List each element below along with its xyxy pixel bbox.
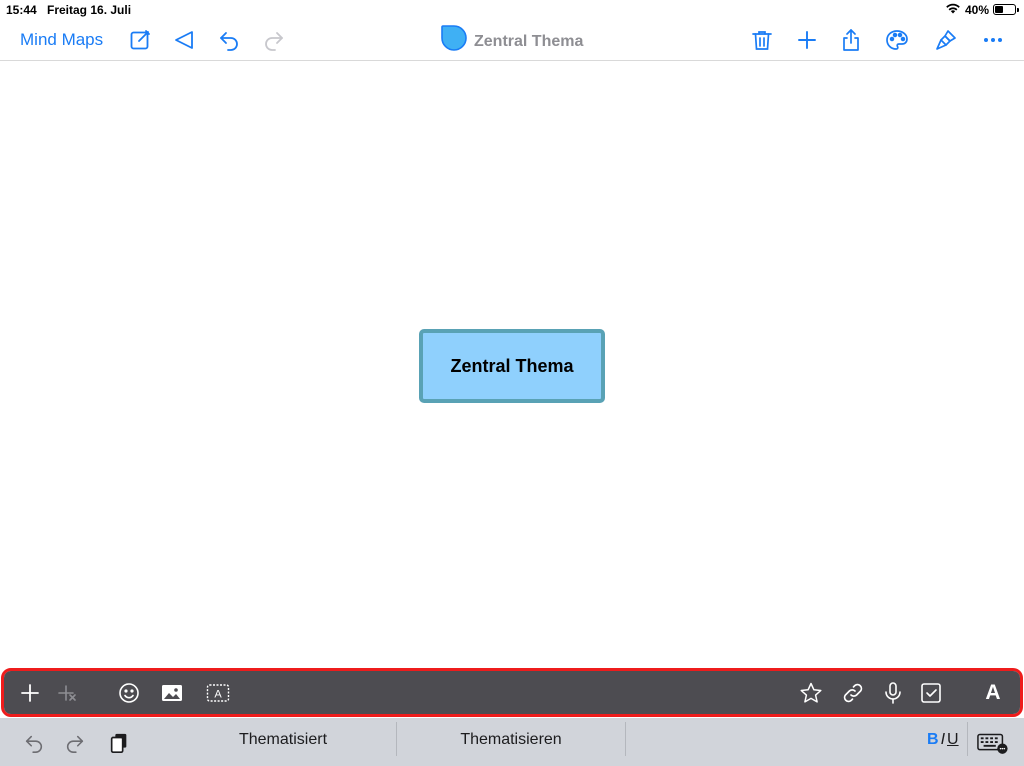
- italic-button[interactable]: I: [941, 731, 945, 749]
- image-icon[interactable]: [158, 679, 186, 707]
- brush-icon[interactable]: [933, 27, 959, 53]
- text-format-buttons: B I U: [927, 731, 959, 749]
- status-bar: 15:44 Freitag 16. Juli 40%: [0, 0, 1024, 20]
- compose-icon[interactable]: [127, 27, 153, 53]
- star-icon[interactable]: [797, 679, 825, 707]
- share-icon[interactable]: [838, 27, 864, 53]
- document-title-text: Zentral Thema: [474, 32, 584, 50]
- add-subtopic-icon[interactable]: [54, 679, 82, 707]
- trash-icon[interactable]: [749, 27, 775, 53]
- status-date: Freitag 16. Juli: [47, 3, 132, 17]
- link-icon[interactable]: [839, 679, 867, 707]
- document-title[interactable]: Zentral Thema: [440, 24, 583, 59]
- suggestion-2[interactable]: Thematisieren: [397, 731, 625, 749]
- keyboard-undo-icon[interactable]: [21, 730, 47, 756]
- paste-icon[interactable]: [106, 730, 132, 756]
- bold-button[interactable]: B: [927, 731, 939, 749]
- central-topic-node[interactable]: Zentral Thema: [419, 329, 605, 403]
- keyboard-dismiss-icon[interactable]: [976, 730, 1010, 756]
- add-topic-icon[interactable]: [16, 679, 44, 707]
- redo-icon[interactable]: [261, 27, 287, 53]
- suggestion-1[interactable]: Thematisiert: [170, 731, 396, 749]
- plus-icon[interactable]: [794, 27, 820, 53]
- more-icon[interactable]: [980, 27, 1006, 53]
- status-time: 15:44: [6, 3, 37, 17]
- battery-level: [995, 6, 1003, 13]
- mind-map-canvas[interactable]: Zentral Thema: [0, 61, 1024, 667]
- underline-button[interactable]: U: [947, 731, 959, 749]
- mindmap-logo-icon: [440, 24, 468, 59]
- battery-icon: [993, 4, 1019, 15]
- svg-text:A: A: [214, 689, 222, 701]
- palette-icon[interactable]: [884, 27, 910, 53]
- navigation-bar: Mind Maps Zentral Thema: [0, 20, 1024, 61]
- emoji-icon[interactable]: [115, 679, 143, 707]
- send-icon[interactable]: [171, 27, 197, 53]
- text-style-icon[interactable]: A: [979, 679, 1007, 707]
- battery-percent: 40%: [964, 2, 989, 17]
- keyboard-shortcut-bar: Thematisiert Thematisieren B I U: [0, 718, 1024, 766]
- mind-maps-back-button[interactable]: Mind Maps: [20, 30, 103, 50]
- accessory-toolbar: A A: [4, 671, 1020, 714]
- label-icon[interactable]: A: [204, 679, 232, 707]
- keyboard-redo-icon[interactable]: [62, 730, 88, 756]
- microphone-icon[interactable]: [879, 679, 907, 707]
- suggestion-divider: [625, 722, 626, 756]
- undo-icon[interactable]: [216, 27, 242, 53]
- format-divider: [967, 722, 968, 756]
- checkbox-icon[interactable]: [917, 679, 945, 707]
- wifi-icon: [945, 2, 961, 17]
- status-indicators: 40%: [945, 2, 1019, 17]
